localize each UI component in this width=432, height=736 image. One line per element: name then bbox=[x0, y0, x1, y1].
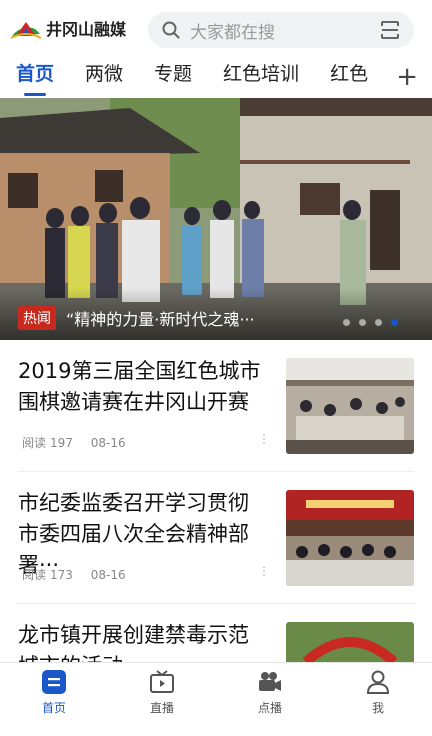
banner-title[interactable]: “精神的力量·新时代之魂··· bbox=[66, 306, 255, 330]
read-label: 阅读 bbox=[22, 436, 47, 450]
tab-red[interactable]: 红色 bbox=[330, 56, 368, 98]
news-thumbnail bbox=[286, 490, 414, 586]
nav-vod-label: 点播 bbox=[257, 701, 282, 715]
news-item[interactable]: 2019第三届全国红色城市围棋邀请赛在井冈山开赛 阅读 197 08-16 ⋮ bbox=[0, 340, 432, 472]
nav-me-label: 我 bbox=[371, 701, 384, 715]
hero-banner[interactable]: 热闻 “精神的力量·新时代之魂··· bbox=[0, 98, 432, 340]
more-options-icon[interactable]: ⋮ bbox=[258, 432, 270, 446]
video-camera-icon bbox=[259, 672, 281, 691]
scan-icon[interactable] bbox=[380, 20, 400, 40]
nav-live[interactable]: 直播 bbox=[108, 663, 216, 721]
home-icon bbox=[42, 670, 66, 694]
nav-vod[interactable]: 点播 bbox=[216, 663, 324, 721]
app-header: 井冈山融媒 大家都在搜 bbox=[0, 0, 432, 56]
more-options-icon[interactable]: ⋮ bbox=[258, 564, 270, 578]
news-meta: 阅读 197 08-16 bbox=[22, 434, 140, 451]
nav-home[interactable]: 首页 bbox=[0, 663, 108, 721]
tab-liangwei[interactable]: 两微 bbox=[85, 56, 123, 98]
news-date: 08-16 bbox=[90, 568, 126, 582]
tab-red-training[interactable]: 红色培训 bbox=[223, 56, 299, 98]
carousel-dot[interactable] bbox=[343, 319, 350, 326]
news-thumbnail bbox=[286, 358, 414, 454]
nav-live-label: 直播 bbox=[149, 701, 174, 715]
search-icon bbox=[162, 21, 180, 39]
nav-home-label: 首页 bbox=[41, 701, 66, 715]
tab-topics[interactable]: 专题 bbox=[154, 56, 192, 98]
read-label: 阅读 bbox=[22, 568, 47, 582]
app-logo: 井冈山融媒 bbox=[10, 16, 140, 40]
news-meta: 阅读 173 08-16 bbox=[22, 566, 140, 583]
read-count: 173 bbox=[50, 568, 73, 582]
bottom-navigation: 首页 直播 点播 我 bbox=[0, 662, 432, 721]
tab-home[interactable]: 首页 bbox=[16, 56, 54, 98]
read-count: 197 bbox=[50, 436, 73, 450]
nav-me[interactable]: 我 bbox=[324, 663, 432, 721]
news-date: 08-16 bbox=[90, 436, 126, 450]
carousel-indicator bbox=[343, 319, 398, 326]
channel-tabs: 首页 两微 专题 红色培训 红色 + bbox=[0, 56, 432, 98]
news-item[interactable]: 市纪委监委召开学习贯彻市委四届八次全会精神部署··· 阅读 173 08-16 ⋮ bbox=[0, 472, 432, 604]
news-title[interactable]: 2019第三届全国红色城市围棋邀请赛在井冈山开赛 bbox=[18, 356, 268, 418]
search-placeholder: 大家都在搜 bbox=[190, 22, 275, 43]
carousel-dot[interactable] bbox=[359, 319, 366, 326]
live-tv-icon bbox=[150, 670, 174, 693]
carousel-dot-active[interactable] bbox=[391, 319, 398, 326]
search-bar[interactable]: 大家都在搜 bbox=[148, 12, 414, 48]
hot-news-badge: 热闻 bbox=[18, 306, 56, 330]
user-icon bbox=[366, 670, 390, 694]
logo-mountain-icon bbox=[10, 22, 42, 39]
carousel-dot[interactable] bbox=[375, 319, 382, 326]
add-channel-icon[interactable]: + bbox=[396, 64, 418, 90]
logo-text: 井冈山融媒 bbox=[46, 20, 127, 39]
